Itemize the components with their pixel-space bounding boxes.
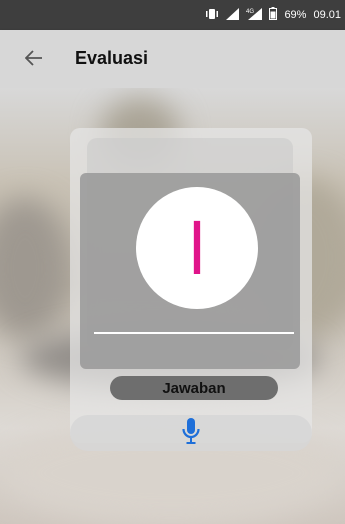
answer-line (94, 332, 294, 334)
microphone-icon (181, 417, 201, 450)
page-title: Evaluasi (75, 48, 149, 68)
background-shape (0, 198, 70, 338)
svg-text:4G: 4G (246, 9, 254, 15)
back-button[interactable] (20, 46, 48, 74)
quiz-card: ا (80, 173, 300, 369)
microphone-button[interactable] (70, 415, 312, 451)
clock: 09.01 (313, 9, 341, 21)
battery-icon (269, 7, 278, 23)
arabic-letter: ا (187, 209, 207, 291)
vibrate-icon (205, 8, 219, 23)
answer-label: Jawaban (110, 376, 278, 400)
letter-circle: ا (136, 187, 258, 309)
signal-icon (226, 7, 240, 23)
lte-signal-icon: 4G (246, 7, 263, 23)
arrow-left-icon (24, 49, 43, 71)
app-bar: Evaluasi (0, 30, 345, 88)
status-icons: 4G 69% 09.01 (205, 7, 341, 23)
status-bar: 4G 69% 09.01 (0, 0, 345, 30)
battery-percent: 69% (284, 9, 307, 21)
